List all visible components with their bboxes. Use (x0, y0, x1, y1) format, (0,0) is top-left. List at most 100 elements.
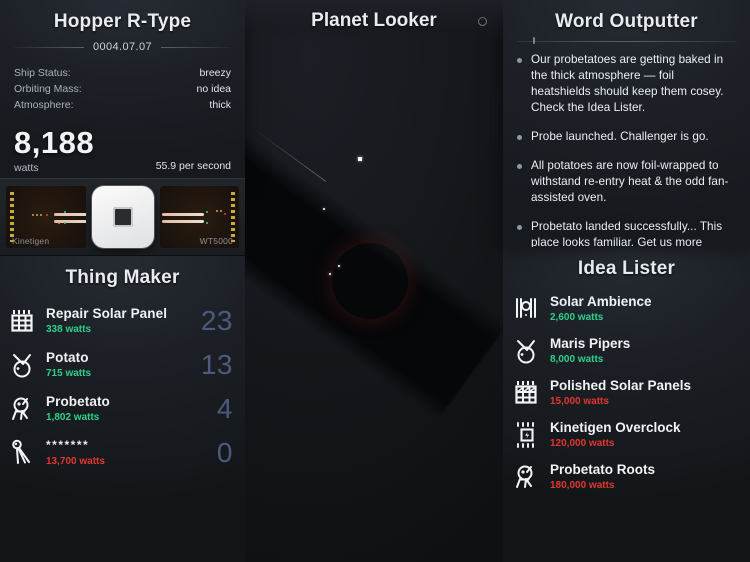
word-outputter-divider (517, 37, 736, 44)
idea-item-text: Solar Ambience 2,600 watts (550, 293, 652, 325)
maker-item-cost: 13,700 watts (46, 456, 105, 467)
stat-value: thick (209, 99, 231, 111)
thing-maker-list: Repair Solar Panel 338 watts 23 Potato 7… (0, 295, 245, 475)
stat-value: breezy (199, 67, 231, 79)
game-window: Hopper R-Type 0004.07.07 Ship Status: br… (0, 0, 750, 562)
stat-label: Ship Status: (14, 67, 71, 79)
card-art-dot (36, 214, 38, 216)
maker-item-count: 13 (200, 349, 233, 380)
card-art-dot (40, 214, 42, 216)
log-entry-text: Our probetatoes are getting baked in the… (531, 53, 724, 114)
idea-item-name: Maris Pipers (550, 336, 631, 351)
ship-title: Hopper R-Type (53, 11, 192, 32)
probe-marker (329, 273, 331, 275)
bullet-icon (517, 58, 522, 63)
polished-panel-icon (512, 378, 542, 408)
maker-item-cost: 1,802 watts (46, 412, 100, 423)
maker-item-count: 23 (200, 305, 233, 336)
stat-label: Orbiting Mass: (14, 83, 82, 95)
idea-item-cost: 120,000 watts (550, 438, 615, 449)
carousel-card-left[interactable]: Kinetigen (6, 186, 86, 248)
bullet-icon (517, 164, 522, 169)
log-entry: Our probetatoes are getting baked in the… (517, 52, 736, 116)
maker-item-locked[interactable]: ******* 13,700 watts 0 (0, 431, 245, 475)
idea-item-cost: 15,000 watts (550, 396, 609, 407)
carousel-card-right[interactable]: WT5000 (159, 186, 239, 248)
divider-line-right (161, 46, 231, 48)
idea-lister-title: Idea Lister (577, 258, 676, 279)
carousel-left-label: Kinetigen (12, 236, 50, 246)
idea-item-text: Maris Pipers 8,000 watts (550, 335, 630, 367)
idea-item-name: Polished Solar Panels (550, 378, 692, 393)
idea-item-probetato-roots[interactable]: Probetato Roots 180,000 watts (503, 456, 750, 498)
maker-item-potato[interactable]: Potato 715 watts 13 (0, 343, 245, 387)
card-art-ladder (10, 192, 14, 242)
card-art-streak (54, 213, 86, 216)
maker-item-text: Repair Solar Panel 338 watts (46, 305, 191, 337)
bullet-icon (517, 225, 522, 230)
log-entry-text: All potatoes are now foil-wrapped to wit… (531, 159, 729, 204)
energy-amount: 8,188 (14, 125, 95, 160)
planet-body[interactable] (332, 243, 408, 319)
idea-item-name: Probetato Roots (550, 462, 656, 477)
right-column: Word Outputter Our probetatoes are getti… (503, 0, 750, 562)
planet-looker-panel[interactable]: Planet Looker (245, 0, 503, 562)
maker-item-probetato[interactable]: Probetato 1,802 watts 4 (0, 387, 245, 431)
maker-item-repair-solar-panel[interactable]: Repair Solar Panel 338 watts 23 (0, 299, 245, 343)
card-art-dot (215, 210, 218, 212)
energy-rate: 55.9 per second (155, 160, 231, 172)
ship-status-panel: Hopper R-Type 0004.07.07 Ship Status: br… (0, 0, 245, 178)
idea-item-polished-solar-panels[interactable]: Polished Solar Panels 15,000 watts (503, 372, 750, 414)
left-column: Hopper R-Type 0004.07.07 Ship Status: br… (0, 0, 245, 562)
card-art-streak (161, 220, 204, 223)
probe-marker (358, 157, 362, 161)
idea-lister-panel: Idea Lister Solar Ambience 2,600 watts M… (503, 247, 750, 562)
card-art-dot (64, 222, 66, 224)
card-art-dot (219, 210, 222, 212)
carousel-card-selected[interactable] (91, 186, 154, 248)
maker-item-cost: 338 watts (46, 324, 92, 335)
idea-item-text: Polished Solar Panels 15,000 watts (550, 377, 691, 409)
card-art-dot (46, 214, 48, 216)
energy-unit: watts (14, 162, 39, 174)
card-art-ladder (231, 192, 235, 242)
stat-value: no idea (196, 83, 231, 95)
maker-item-name: Probetato (46, 394, 110, 409)
stat-row: Orbiting Mass: no idea (14, 81, 231, 97)
idea-item-kinetigen-overclock[interactable]: Kinetigen Overclock 120,000 watts (503, 414, 750, 456)
idea-item-cost: 180,000 watts (550, 480, 615, 491)
maker-item-name: Potato (46, 350, 89, 365)
idea-item-name: Solar Ambience (550, 294, 652, 309)
maker-item-name: ******* (46, 438, 90, 452)
idea-item-cost: 8,000 watts (550, 354, 604, 365)
probetato-icon (512, 462, 542, 492)
divider-line-left (14, 46, 84, 48)
idea-lister-list: Solar Ambience 2,600 watts Maris Pipers (503, 286, 750, 498)
potato-icon (512, 336, 542, 366)
ship-carousel[interactable]: Kinetigen WT5000 (0, 178, 245, 256)
card-art-dot (64, 211, 66, 213)
game-date: 0004.07.07 (92, 41, 153, 53)
card-art-dot (32, 214, 34, 216)
selected-card-chip-icon (112, 207, 133, 227)
probe-marker (323, 208, 325, 210)
stat-row: Ship Status: breezy (14, 65, 231, 81)
log-entry-text: Probetato landed successfully... This pl… (531, 220, 723, 247)
maker-item-count: 0 (216, 437, 233, 468)
carousel-right-label: WT5000 (199, 236, 233, 246)
probe-marker (338, 265, 340, 267)
idea-item-cost: 2,600 watts (550, 312, 604, 323)
card-art-streak (161, 213, 204, 216)
stat-row: Atmosphere: thick (14, 97, 231, 113)
idea-item-solar-ambience[interactable]: Solar Ambience 2,600 watts (503, 288, 750, 330)
ship-stats: Ship Status: breezy Orbiting Mass: no id… (14, 65, 231, 113)
maker-item-text: Potato 715 watts (46, 349, 191, 381)
solar-ambience-icon (512, 294, 542, 324)
potato-icon (8, 350, 38, 380)
maker-item-name: Repair Solar Panel (46, 306, 168, 321)
idea-item-text: Probetato Roots 180,000 watts (550, 461, 655, 493)
thing-maker-panel: Thing Maker Repair Solar Panel 338 watts (0, 256, 245, 562)
planet-looker-header: Planet Looker (245, 0, 503, 42)
card-art-dot (58, 222, 60, 224)
idea-item-maris-pipers[interactable]: Maris Pipers 8,000 watts (503, 330, 750, 372)
